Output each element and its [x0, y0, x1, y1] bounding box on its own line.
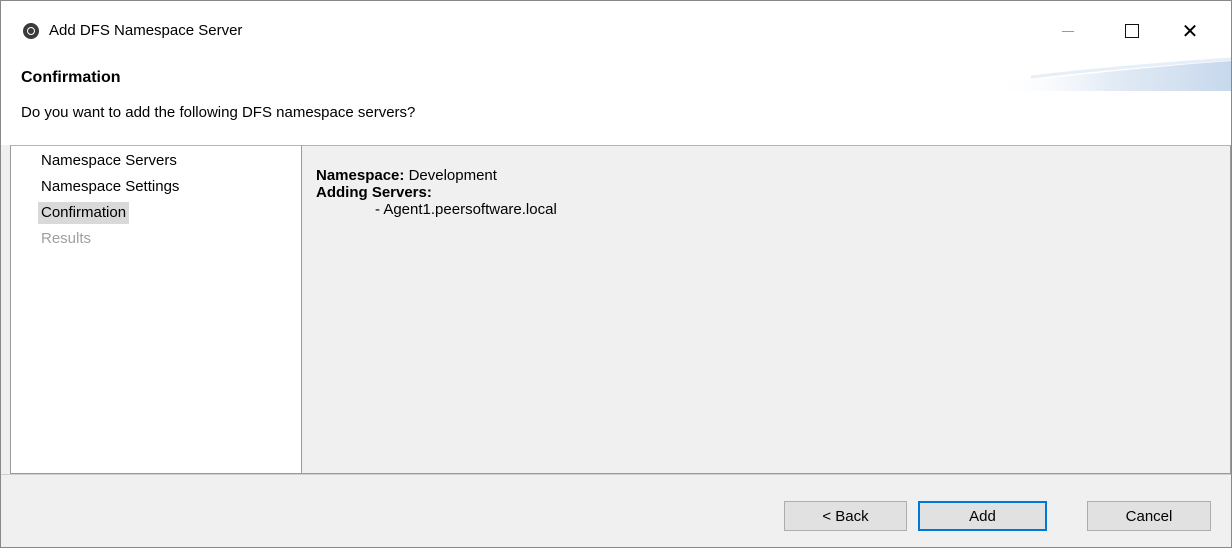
minimize-icon	[1062, 30, 1074, 32]
title-bar: Add DFS Namespace Server ✕	[1, 1, 1231, 53]
confirmation-content-pane: Namespace: Development Adding Servers: -…	[301, 145, 1231, 474]
server-list-item: - Agent1.peersoftware.local	[375, 201, 557, 218]
window-title: Add DFS Namespace Server	[49, 22, 243, 39]
add-button[interactable]: Add	[918, 501, 1047, 531]
minimize-button[interactable]	[1045, 9, 1091, 53]
page-title: Confirmation	[21, 69, 121, 86]
footer-divider	[1, 474, 1231, 475]
back-button[interactable]: < Back	[784, 501, 907, 531]
close-icon: ✕	[1181, 19, 1199, 43]
maximize-icon	[1125, 24, 1139, 38]
maximize-button[interactable]	[1109, 9, 1155, 53]
wizard-steps-pane: Namespace Servers Namespace Settings Con…	[10, 145, 302, 474]
namespace-line: Namespace: Development	[316, 167, 497, 185]
namespace-value: Development	[408, 167, 497, 184]
namespace-label: Namespace:	[316, 167, 405, 184]
cancel-button[interactable]: Cancel	[1087, 501, 1211, 531]
step-namespace-settings[interactable]: Namespace Settings	[38, 176, 182, 198]
wizard-header: Confirmation Do you want to add the foll…	[1, 53, 1231, 145]
dialog-window: Add DFS Namespace Server ✕ Confirmation …	[0, 0, 1232, 548]
close-button[interactable]: ✕	[1167, 9, 1213, 53]
step-results: Results	[41, 230, 92, 247]
app-icon	[23, 23, 39, 39]
adding-servers-label: Adding Servers:	[316, 184, 432, 201]
header-swoosh-graphic	[991, 57, 1231, 91]
step-confirmation[interactable]: Confirmation	[38, 202, 130, 224]
step-namespace-servers[interactable]: Namespace Servers	[38, 150, 180, 172]
page-description: Do you want to add the following DFS nam…	[21, 104, 416, 121]
